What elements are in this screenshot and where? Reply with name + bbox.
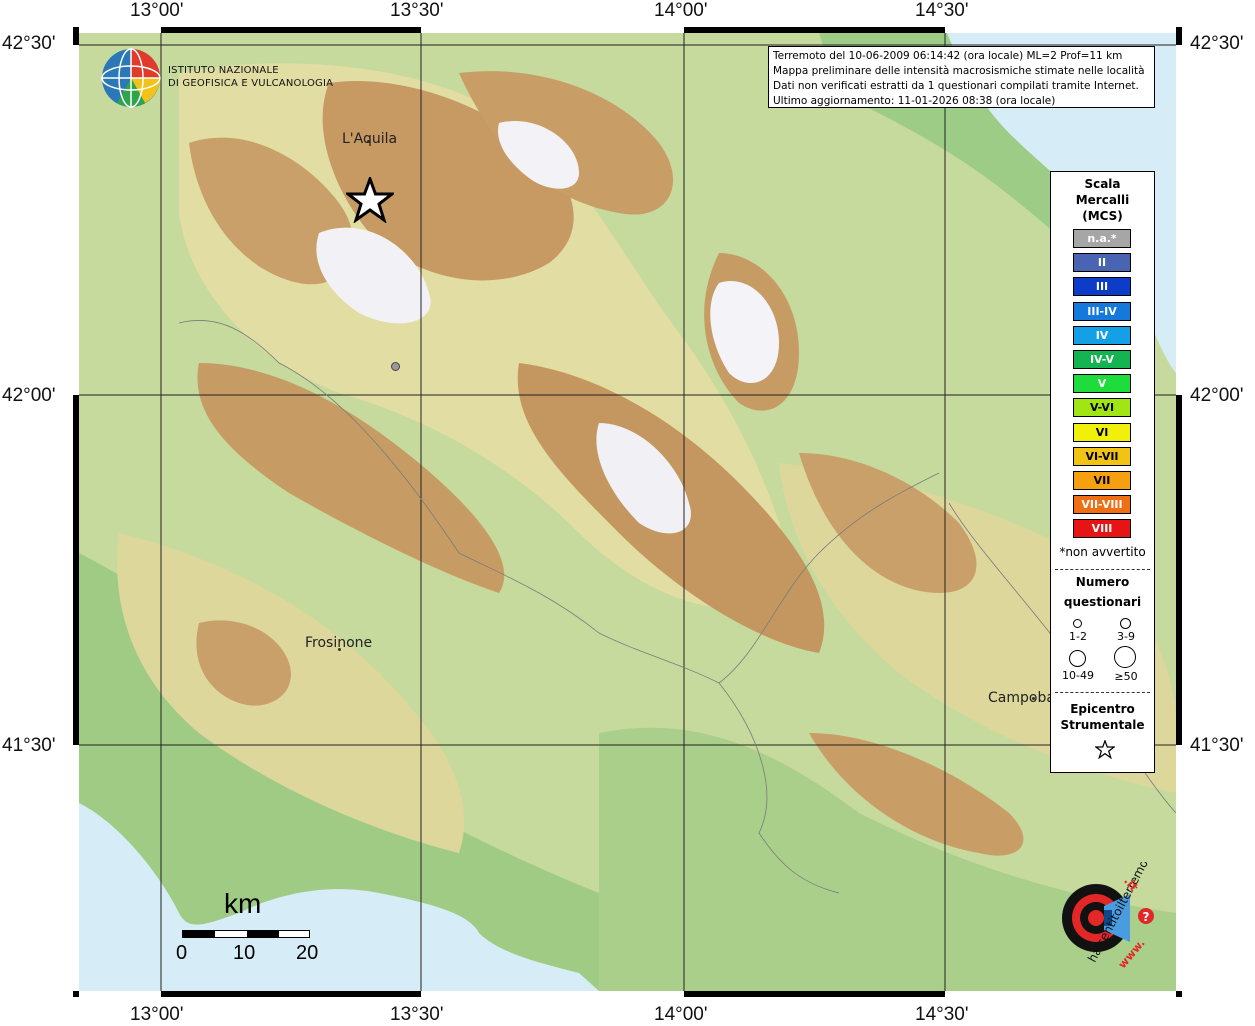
- legend-na-note: *non avvertito: [1059, 545, 1146, 559]
- lat-label-right-1: 42°30': [1190, 33, 1244, 54]
- info-line-1: Terremoto del 10-06-2009 06:14:42 (ora l…: [773, 50, 1123, 62]
- legend-questionnaires-title1: Numero: [1075, 575, 1130, 589]
- lon-label-top-3: 14°00': [654, 0, 708, 21]
- mcs-chip: III-IV: [1073, 301, 1131, 321]
- hsit-www: www.: [1116, 937, 1148, 971]
- ingv-name-line2: DI GEOFISICA E VULCANOLOGIA: [168, 78, 334, 89]
- lat-label-right-3: 41°30': [1190, 735, 1244, 756]
- info-line-4: Ultimo aggiornamento: 11-01-2026 08:38 (…: [773, 95, 1056, 107]
- scale-bar: km 0 10 20: [176, 888, 326, 968]
- hsit-question: ?: [1143, 910, 1150, 924]
- lon-label-bottom-4: 14°30': [915, 1004, 969, 1025]
- scale-bar-label-20: 20: [296, 942, 319, 964]
- legend-questionnaires-title2: questionari: [1063, 595, 1142, 609]
- event-info-box: Terremoto del 10-06-2009 06:14:42 (ora l…: [768, 46, 1155, 108]
- mcs-chip: IV-V: [1073, 350, 1131, 369]
- relief-map[interactable]: L'Aquila Frosinone Campoba: [79, 33, 1176, 991]
- legend-title-mcs: (MCS): [1082, 209, 1123, 223]
- mcs-chip: VII: [1073, 471, 1131, 490]
- legend-divider-2: [1055, 692, 1150, 693]
- mcs-chip: VII-VIII: [1073, 495, 1131, 515]
- q-label-50: ≥50: [1114, 670, 1138, 683]
- lon-label-bottom-1: 13°00': [130, 1004, 184, 1025]
- mcs-chip: V: [1073, 374, 1131, 394]
- q-label-1-2: 1-2: [1069, 630, 1087, 643]
- legend-title-scala: Scala: [1084, 177, 1121, 191]
- legend-title-mercalli: Mercalli: [1075, 193, 1130, 207]
- lat-label-right-2: 42°00': [1190, 385, 1244, 406]
- info-line-2: Mappa preliminare delle intensità macros…: [773, 65, 1145, 77]
- legend-epicenter-title2: Strumentale: [1060, 718, 1145, 732]
- q-label-10-49: 10-49: [1062, 669, 1094, 682]
- lon-label-bottom-3: 14°00': [654, 1004, 708, 1025]
- q-circle-medium-icon: [1120, 618, 1131, 629]
- mcs-chip: V-VI: [1073, 398, 1131, 418]
- hsit-logo-icon: ? haisentitoilterremoto .it www.: [1062, 862, 1157, 971]
- legend-panel: Scala Mercalli (MCS) n.a.* II III III-IV IV I…: [1050, 171, 1155, 773]
- scale-bar-unit: km: [224, 888, 262, 919]
- city-label-frosinone: Frosinone: [305, 635, 373, 651]
- mcs-chip: VIII: [1073, 519, 1131, 539]
- mcs-chip: VI: [1073, 422, 1131, 442]
- legend-divider-1: [1055, 569, 1150, 570]
- info-line-3: Dati non verificati estratti da 1 questi…: [773, 80, 1139, 92]
- ingv-globe-icon: [101, 48, 161, 108]
- legend-star-icon: [1095, 740, 1115, 759]
- lat-label-left-3: 41°30': [2, 735, 56, 756]
- lon-label-top-2: 13°30': [390, 0, 444, 21]
- lon-label-top-4: 14°30': [915, 0, 969, 21]
- mcs-chip: III: [1073, 277, 1131, 297]
- lat-label-left-1: 42°30': [2, 33, 56, 54]
- ingv-name-line1: ISTITUTO NAZIONALE: [168, 65, 279, 76]
- city-label-campobasso: Campoba: [988, 690, 1055, 706]
- mcs-chip: VI-VII: [1073, 446, 1131, 466]
- ingv-name: ISTITUTO NAZIONALE DI GEOFISICA E VULCAN…: [168, 64, 333, 90]
- q-label-3-9: 3-9: [1117, 630, 1135, 643]
- scale-bar-label-0: 0: [176, 942, 188, 964]
- q-circle-xlarge-icon: [1114, 646, 1136, 668]
- terrain-layer: [79, 33, 1176, 991]
- mcs-chip: II: [1073, 253, 1131, 273]
- city-label-laquila: L'Aquila: [342, 131, 398, 147]
- lat-label-left-2: 42°00': [2, 385, 56, 406]
- q-circle-small-icon: [1073, 619, 1082, 628]
- lon-label-top-1: 13°00': [130, 0, 184, 21]
- mcs-chip: IV: [1073, 325, 1131, 345]
- q-circle-large-icon: [1069, 650, 1086, 667]
- questionnaire-point[interactable]: [391, 362, 400, 371]
- epicenter-star-icon[interactable]: [346, 177, 394, 223]
- lon-label-bottom-2: 13°30': [390, 1004, 444, 1025]
- mcs-chip: n.a.*: [1073, 229, 1131, 248]
- scale-bar-label-10: 10: [233, 942, 256, 964]
- legend-epicenter-title1: Epicentro: [1070, 702, 1135, 716]
